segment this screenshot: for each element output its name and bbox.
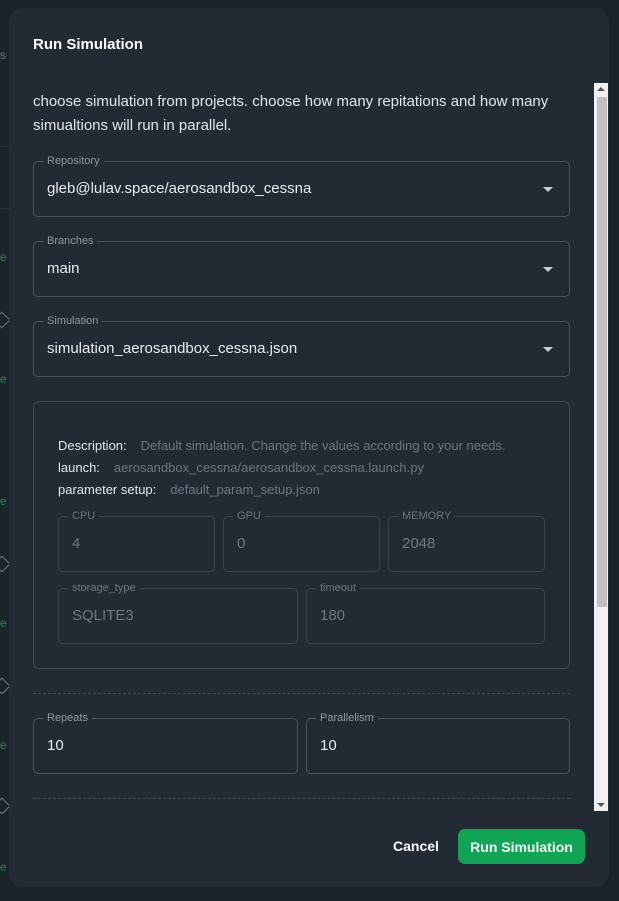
timeout-value: 180 <box>320 607 346 624</box>
storage-type-label: storage_type <box>68 581 140 595</box>
description-value: Default simulation. Change the values ac… <box>140 438 506 453</box>
background-status-text: e <box>0 494 7 508</box>
background-text: s <box>0 48 6 62</box>
gpu-value: 0 <box>237 535 246 552</box>
param-setup-value: default_param_setup.json <box>170 482 320 497</box>
simulation-value: simulation_aerosandbox_cessna.json <box>47 340 298 357</box>
section-divider <box>33 693 570 694</box>
gpu-field: GPU 0 <box>223 509 380 572</box>
branches-label: Branches <box>43 234 98 248</box>
parallelism-input[interactable]: Parallelism 10 <box>306 711 570 774</box>
cpu-label: CPU <box>68 509 100 523</box>
section-divider <box>33 798 570 799</box>
branches-select[interactable]: Branches main <box>33 234 570 297</box>
simulation-select[interactable]: Simulation simulation_aerosandbox_cessna… <box>33 314 570 377</box>
repository-label: Repository <box>43 154 104 168</box>
cpu-field: CPU 4 <box>58 509 215 572</box>
dialog-intro-text: choose simulation from projects. choose … <box>33 93 549 134</box>
parallelism-value: 10 <box>320 737 337 754</box>
chevron-down-icon <box>543 187 553 192</box>
scrollbar-thumb[interactable] <box>597 97 607 607</box>
timeout-field: timeout 180 <box>306 581 545 644</box>
run-simulation-button[interactable]: Run Simulation <box>458 829 585 864</box>
chevron-down-icon <box>543 347 553 352</box>
dialog-content: choose simulation from projects. choose … <box>9 84 609 811</box>
gpu-label: GPU <box>233 509 265 523</box>
simulation-label: Simulation <box>43 314 103 328</box>
cpu-value: 4 <box>72 535 81 552</box>
run-simulation-dialog: Run Simulation choose simulation from pr… <box>9 8 609 887</box>
background-status-text: e <box>0 250 7 264</box>
chevron-down-icon <box>543 267 553 272</box>
storage-type-value: SQLITE3 <box>72 607 134 624</box>
storage-type-field: storage_type SQLITE3 <box>58 581 298 644</box>
repository-select[interactable]: Repository gleb@lulav.space/aerosandbox_… <box>33 154 570 217</box>
repository-value: gleb@lulav.space/aerosandbox_cessna <box>47 180 312 197</box>
timeout-label: timeout <box>316 581 361 595</box>
parallelism-label: Parallelism <box>316 711 378 725</box>
param-setup-label: parameter setup: <box>58 482 157 497</box>
memory-field: MEMORY 2048 <box>388 509 545 572</box>
param-setup-row: parameter setup: default_param_setup.json <box>58 482 320 497</box>
repeats-label: Repeats <box>43 711 92 725</box>
scroll-down-icon[interactable] <box>597 803 605 807</box>
memory-label: MEMORY <box>398 509 456 523</box>
background-status-text: e <box>0 738 7 752</box>
launch-label: launch: <box>58 460 100 475</box>
description-label: Description: <box>58 438 127 453</box>
branches-value: main <box>47 260 80 277</box>
background-status-text: e <box>0 860 7 874</box>
repeats-value: 10 <box>47 737 64 754</box>
dialog-title: Run Simulation <box>33 36 143 53</box>
launch-row: launch: aerosandbox_cessna/aerosandbox_ce… <box>58 460 424 475</box>
cancel-button[interactable]: Cancel <box>382 829 450 863</box>
memory-value: 2048 <box>402 535 436 552</box>
repeats-input[interactable]: Repeats 10 <box>33 711 298 774</box>
launch-value: aerosandbox_cessna/aerosandbox_cessna.la… <box>113 460 424 475</box>
scroll-up-icon[interactable] <box>597 87 605 91</box>
background-status-text: e <box>0 616 7 630</box>
background-status-text: e <box>0 372 7 386</box>
description-row: Description: Default simulation. Change t… <box>58 438 506 453</box>
simulation-details-panel: Description: Default simulation. Change t… <box>33 401 570 669</box>
content-scrollbar[interactable] <box>594 83 608 811</box>
